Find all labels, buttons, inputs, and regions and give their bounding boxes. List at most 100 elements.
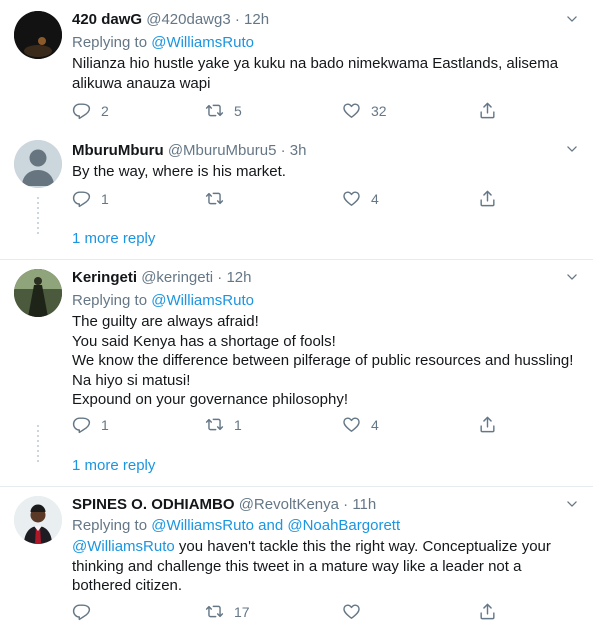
avatar[interactable]: [14, 269, 62, 317]
tweet-text: The guilty are always afraid! You said K…: [72, 312, 577, 410]
retweet-button[interactable]: [205, 189, 234, 208]
display-name[interactable]: Keringeti: [72, 269, 137, 286]
thread-connector: [36, 425, 40, 465]
reply-icon: [72, 415, 91, 434]
reply-count: 1: [101, 416, 109, 433]
tweet-card[interactable]: MburuMburu @MburuMburu5 · 3h By the way,…: [0, 129, 593, 260]
retweet-icon: [205, 602, 224, 621]
reply-icon: [72, 101, 91, 120]
timestamp[interactable]: 11h: [352, 496, 376, 513]
tweet-text-line: Na hiyo si matusi!: [72, 371, 191, 389]
replying-to-and: and: [253, 517, 288, 534]
like-icon: [342, 602, 361, 621]
retweet-count: 1: [234, 416, 242, 433]
retweet-button[interactable]: 1: [205, 415, 242, 434]
tweet-header: Keringeti @keringeti · 12h: [72, 269, 252, 286]
show-more-replies-link[interactable]: 1 more reply: [72, 457, 155, 474]
share-icon: [478, 415, 497, 434]
tweet-text-line: The guilty are always afraid!: [72, 313, 259, 330]
tweet-text-line: By the way, where is his market.: [72, 163, 286, 180]
like-icon: [342, 189, 361, 208]
caret-down-icon[interactable]: [565, 12, 579, 26]
tweet-text: Nilianza hio hustle yake ya kuku na bado…: [72, 54, 577, 93]
mention-link[interactable]: @WilliamsRuto: [72, 538, 175, 555]
tweet-text: By the way, where is his market.: [72, 162, 577, 182]
user-handle[interactable]: @RevoltKenya: [239, 496, 339, 513]
reply-button[interactable]: 1: [72, 415, 109, 434]
avatar[interactable]: [14, 496, 62, 544]
retweet-count: 5: [234, 102, 242, 119]
tweet-text-line: Nilianza hio hustle yake ya kuku na bado…: [72, 55, 559, 72]
like-button[interactable]: 4: [342, 189, 379, 208]
share-button[interactable]: [478, 101, 497, 120]
replying-to-link[interactable]: @WilliamsRuto: [151, 292, 254, 309]
tweet-text-line: Expound on your governance philosophy!: [72, 391, 349, 408]
timestamp[interactable]: 12h: [226, 269, 251, 286]
reply-count: 1: [101, 190, 109, 207]
separator-dot: ·: [343, 496, 349, 513]
tweet-card[interactable]: SPINES O. ODHIAMBO @RevoltKenya · 11h Re…: [0, 487, 593, 608]
replying-to-link[interactable]: @WilliamsRuto: [151, 34, 254, 51]
retweet-icon: [205, 101, 224, 120]
share-button[interactable]: [478, 415, 497, 434]
avatar[interactable]: [14, 140, 62, 188]
reply-button[interactable]: [72, 602, 101, 621]
display-name[interactable]: SPINES O. ODHIAMBO: [72, 496, 235, 513]
user-handle[interactable]: @MburuMburu5: [168, 142, 277, 159]
tweet-actions: 1 4: [72, 189, 512, 211]
like-button[interactable]: 32: [342, 101, 387, 120]
tweet-text-line: You said Kenya has a shortage of fools!: [72, 332, 336, 350]
reply-button[interactable]: 1: [72, 189, 109, 208]
tweet-text-line: thinking and challenge this tweet in a m…: [72, 557, 522, 575]
retweet-count: 17: [234, 603, 250, 620]
share-button[interactable]: [478, 189, 497, 208]
tweet-text: @WilliamsRuto you haven't tackle this th…: [72, 537, 577, 596]
replying-to-link[interactable]: @NoahBargorett: [287, 517, 400, 534]
separator-dot: ·: [280, 142, 286, 159]
like-count: 32: [371, 102, 387, 119]
reply-count: 2: [101, 102, 109, 119]
tweet-actions: 1 1 4: [72, 415, 512, 437]
timestamp[interactable]: 3h: [290, 142, 307, 159]
tweet-text-line: @WilliamsRuto you haven't tackle this th…: [72, 537, 577, 557]
share-icon: [478, 101, 497, 120]
tweet-actions: 2 5 32: [72, 101, 512, 123]
tweet-text-line: We know the difference between pilferage…: [72, 352, 574, 369]
like-icon: [342, 415, 361, 434]
user-handle[interactable]: @keringeti: [141, 269, 213, 286]
caret-down-icon[interactable]: [565, 497, 579, 511]
tweet-text-line: alikuwa anauza wapi: [72, 74, 211, 92]
share-button[interactable]: [478, 602, 497, 621]
replying-to-label: Replying to: [72, 517, 152, 534]
avatar[interactable]: [14, 11, 62, 59]
tweet-actions: 17: [72, 602, 512, 624]
timestamp[interactable]: 12h: [244, 11, 269, 28]
user-handle[interactable]: @420dawg3: [146, 11, 230, 28]
caret-down-icon[interactable]: [565, 270, 579, 284]
retweet-button[interactable]: 5: [205, 101, 242, 120]
separator-dot: ·: [217, 269, 223, 286]
like-button[interactable]: [342, 602, 371, 621]
tweet-header: MburuMburu @MburuMburu5 · 3h: [72, 142, 306, 159]
share-icon: [478, 189, 497, 208]
replying-to: Replying to @WilliamsRuto and @NoahBargo…: [72, 517, 400, 534]
replying-to-link[interactable]: @WilliamsRuto: [151, 517, 254, 534]
caret-down-icon[interactable]: [565, 142, 579, 156]
retweet-button[interactable]: 17: [205, 602, 250, 621]
show-more-replies-link[interactable]: 1 more reply: [72, 230, 155, 247]
separator-dot: ·: [234, 11, 240, 28]
tweet-text-fragment: you haven't tackle this the right way. C…: [174, 538, 551, 555]
tweet-card[interactable]: Keringeti @keringeti · 12h Replying to @…: [0, 260, 593, 487]
retweet-icon: [205, 415, 224, 434]
display-name[interactable]: 420 dawG: [72, 11, 142, 28]
like-button[interactable]: 4: [342, 415, 379, 434]
replying-to-label: Replying to: [72, 292, 152, 309]
tweet-header: SPINES O. ODHIAMBO @RevoltKenya · 11h: [72, 496, 376, 513]
display-name[interactable]: MburuMburu: [72, 142, 164, 159]
reply-button[interactable]: 2: [72, 101, 109, 120]
tweet-card[interactable]: 420 dawG @420dawg3 · 12h Replying to @Wi…: [0, 0, 593, 128]
reply-icon: [72, 189, 91, 208]
thread-connector: [36, 197, 40, 237]
like-count: 4: [371, 416, 379, 433]
like-icon: [342, 101, 361, 120]
